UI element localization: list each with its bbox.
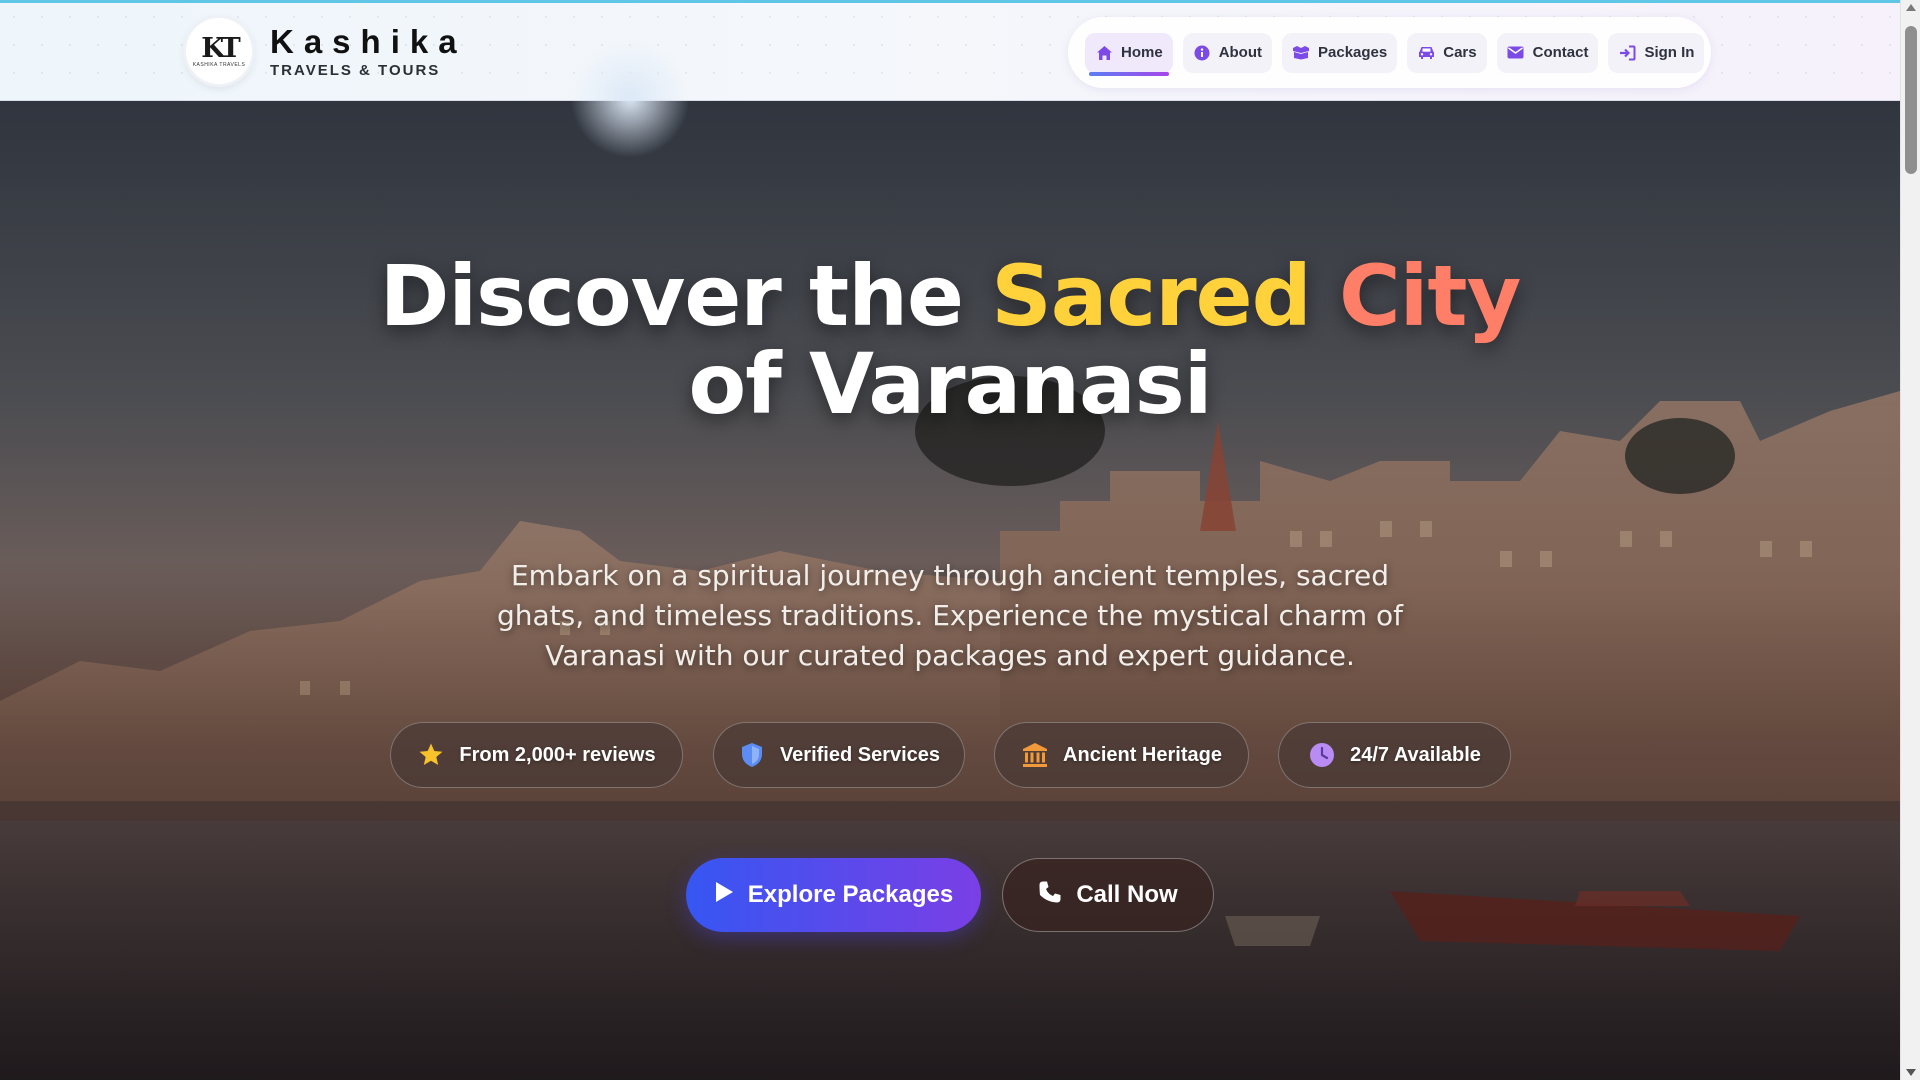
badge-heritage-label: Ancient Heritage (1063, 743, 1222, 766)
nav-label-contact: Contact (1532, 44, 1589, 61)
star-icon (417, 741, 445, 769)
main-nav: Home About Packages Cars Contact Sign In (1068, 17, 1711, 88)
nav-item-contact[interactable]: Contact (1496, 32, 1599, 73)
sign-in-icon (1618, 44, 1636, 62)
hero-title-highlight-sacred: Sacred (991, 247, 1311, 345)
scroll-up-arrow-icon[interactable] (1906, 4, 1916, 11)
play-icon (714, 881, 734, 910)
phone-icon (1038, 880, 1062, 911)
brand-logo-link[interactable]: KT KASHIKA TRAVELS Kashika TRAVELS & TOU… (186, 18, 467, 84)
brand-text: Kashika TRAVELS & TOURS (270, 22, 467, 79)
nav-item-packages[interactable]: Packages (1282, 32, 1398, 73)
badge-reviews-label: From 2,000+ reviews (459, 743, 656, 766)
mail-icon (1507, 44, 1525, 62)
scroll-down-arrow-icon[interactable] (1906, 1069, 1916, 1076)
badge-heritage: Ancient Heritage (994, 722, 1249, 788)
shield-icon (738, 741, 766, 769)
hero-title-part1: Discover the (379, 247, 992, 345)
hero-title-highlight-city: City (1338, 247, 1521, 345)
clock-icon (1308, 741, 1336, 769)
scroll-thumb[interactable] (1905, 26, 1917, 174)
nav-label-about: About (1218, 44, 1263, 61)
hero-title-line2: of Varanasi (688, 335, 1213, 433)
badge-reviews: From 2,000+ reviews (390, 722, 683, 788)
nav-item-sign-in[interactable]: Sign In (1608, 32, 1705, 73)
logo-mark: KT (201, 32, 241, 64)
explore-packages-button[interactable]: Explore Packages (686, 858, 981, 932)
call-now-button[interactable]: Call Now (1002, 858, 1214, 932)
logo-badge: KT KASHIKA TRAVELS (186, 18, 252, 84)
nav-label-home: Home (1121, 44, 1163, 61)
car-icon (1417, 44, 1435, 62)
info-icon (1193, 44, 1211, 62)
badge-availability-label: 24/7 Available (1350, 743, 1481, 766)
nav-label-packages: Packages (1318, 44, 1388, 61)
hero-title-line1: Discover the Sacred City (0, 252, 1900, 340)
nav-label-cars: Cars (1443, 44, 1477, 61)
hero-content: Discover the Sacred City of Varanasi Emb… (0, 0, 1900, 979)
badge-verified: Verified Services (713, 722, 965, 788)
nav-item-cars[interactable]: Cars (1407, 32, 1487, 73)
call-now-label: Call Now (1076, 881, 1178, 908)
hero-subtitle: Embark on a spiritual journey through an… (497, 559, 1403, 672)
page-scrollbar[interactable] (1900, 0, 1920, 1080)
box-icon (1292, 44, 1310, 62)
landmark-icon (1021, 741, 1049, 769)
logo-small-text: KASHIKA TRAVELS (192, 61, 246, 68)
nav-item-home[interactable]: Home (1085, 32, 1173, 76)
home-icon (1095, 44, 1113, 62)
brand-tagline: TRAVELS & TOURS (270, 61, 441, 79)
site-header: KT KASHIKA TRAVELS Kashika TRAVELS & TOU… (0, 0, 1900, 158)
nav-label-sign-in: Sign In (1644, 44, 1695, 61)
explore-packages-label: Explore Packages (747, 881, 954, 908)
nav-item-about[interactable]: About (1182, 32, 1273, 73)
brand-name: Kashika (270, 22, 467, 60)
badge-availability: 24/7 Available (1278, 722, 1511, 788)
badge-verified-label: Verified Services (779, 743, 941, 766)
